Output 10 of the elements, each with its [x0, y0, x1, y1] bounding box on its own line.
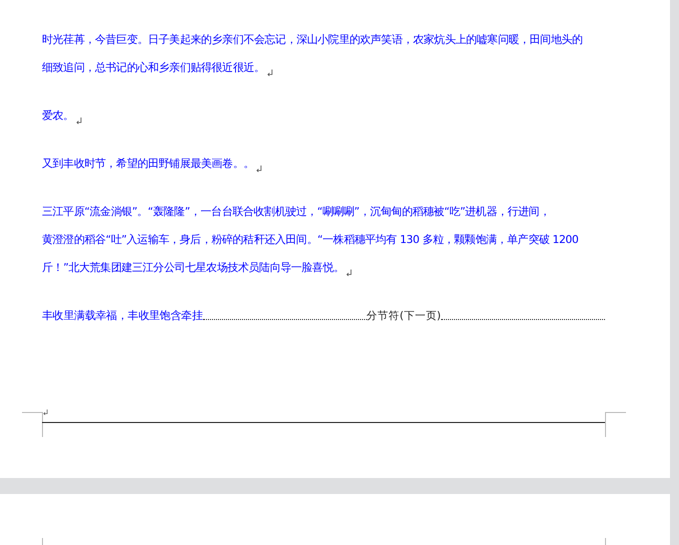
paragraph-text-line: 黄澄澄的稻谷“吐”入运输车，身后，粉碎的秸秆还入田间。“一株稻穗平均有 130 多粒，颗颗饱满，单产突破 1200 — [42, 233, 578, 247]
paragraph-text-line: 时光荏苒，今昔巨变。日子美起来的乡亲们不会忘记，深山小院里的欢声笑语，农家炕头上的嘘寒问暖，田间地头的 — [42, 33, 583, 47]
paragraph-mark-icon — [43, 409, 48, 415]
paragraph-text-line: 斤！”北大荒集团建三江分公司七星农场技术员陆向导一脸喜悦。 — [42, 261, 344, 275]
paragraph-text-line: 爱农。 — [42, 109, 74, 123]
paragraph-text-line: 细致追问，总书记的心和乡亲们贴得很近很近。 — [42, 61, 265, 75]
paragraph-text-line: 又到丰收时节，希望的田野铺展最美画卷。。 — [42, 157, 254, 171]
paragraph-text-line: 丰收里满载幸福，丰收里饱含牵挂 — [42, 309, 203, 323]
paragraph-text-line: 三江平原“流金淌银”。“轰隆隆”，一台台联合收割机驶过，“唰唰唰”，沉甸甸的稻穗被“吃”进机器，行进间， — [42, 205, 550, 219]
section-break-label: 分节符(下一页) — [366, 309, 441, 323]
